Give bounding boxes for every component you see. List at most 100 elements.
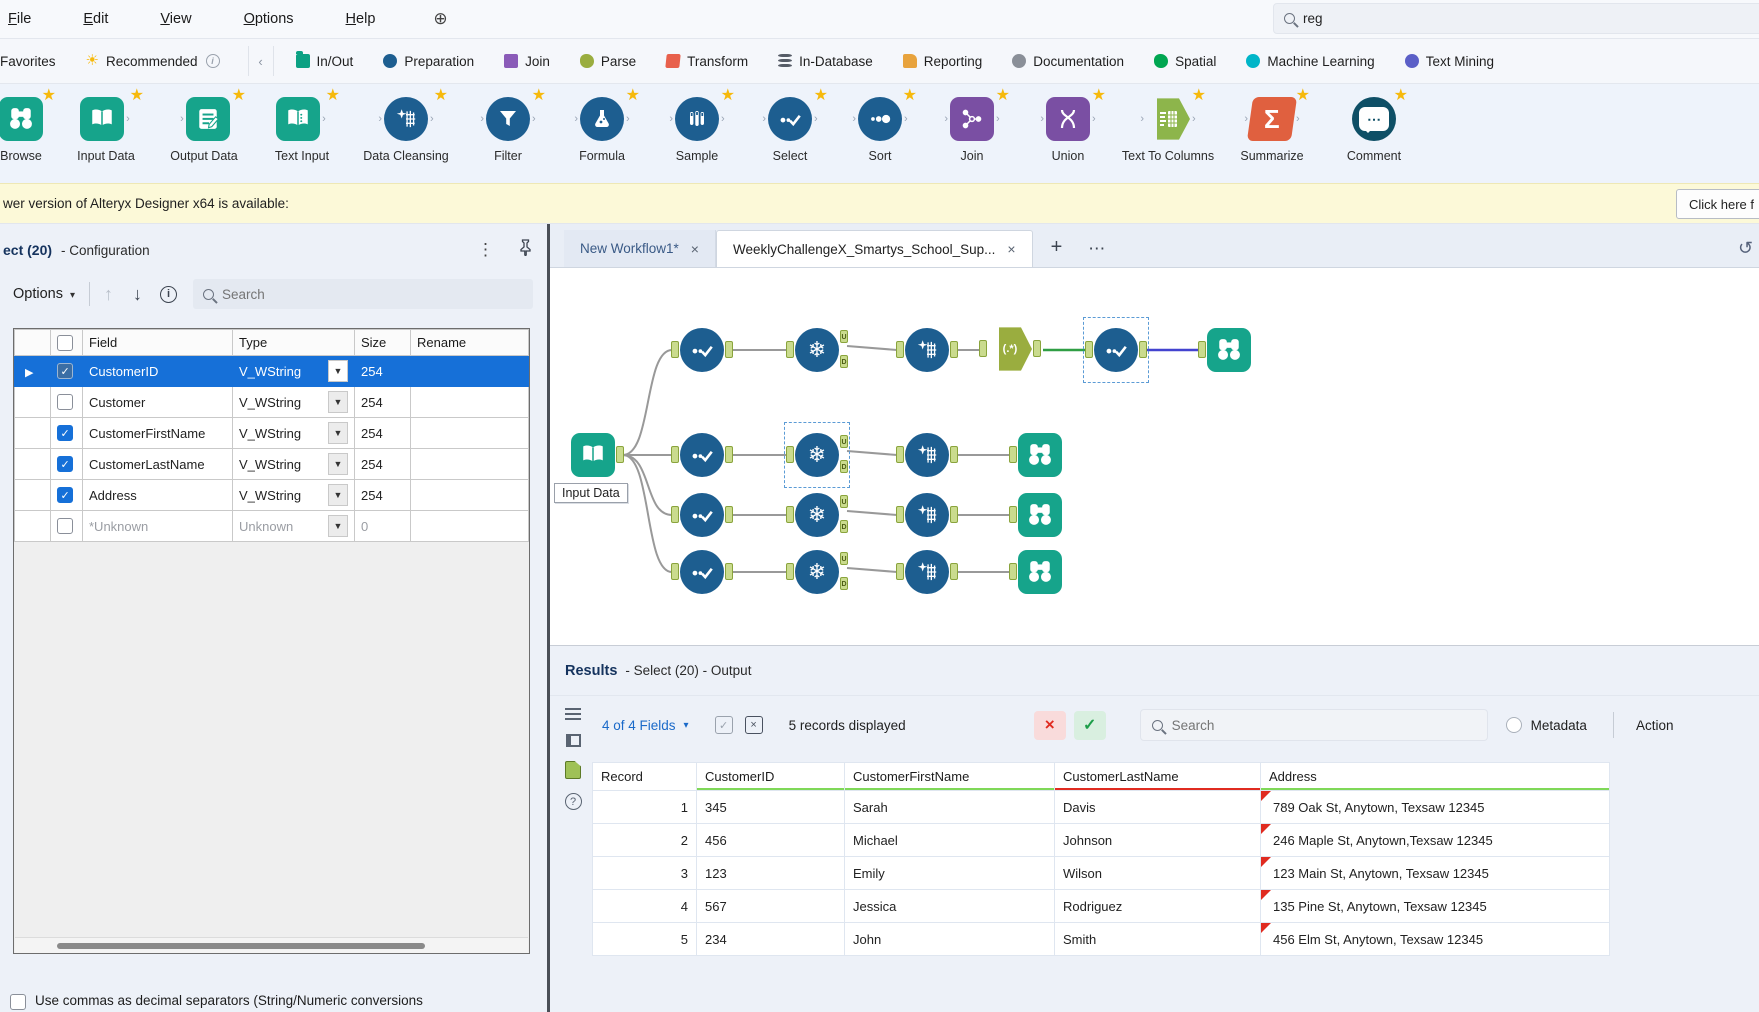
col-first-name[interactable]: CustomerFirstName (845, 763, 1055, 791)
category-spatial[interactable]: Spatial (1154, 54, 1216, 69)
move-down-button[interactable]: ↓ (133, 284, 142, 305)
type-dropdown[interactable]: ▼ (328, 422, 348, 444)
node-select[interactable] (680, 328, 724, 372)
horizontal-scrollbar[interactable] (15, 937, 528, 953)
col-field[interactable]: Field (83, 330, 233, 356)
menu-view[interactable]: View (160, 11, 191, 27)
node-unique-selected[interactable]: U D ❄ (795, 433, 839, 477)
tool-formula[interactable]: › › ★ Formula (554, 94, 650, 183)
favorite-star-icon[interactable]: ★ (532, 85, 546, 105)
favorite-star-icon[interactable]: ★ (434, 85, 448, 105)
favorite-star-icon[interactable]: ★ (326, 85, 340, 105)
table-row[interactable]: Address V_WString▼ 254 (15, 480, 529, 511)
node-select[interactable] (680, 433, 724, 477)
global-search[interactable] (1273, 3, 1759, 34)
tool-filter[interactable]: › › ★ Filter (462, 94, 554, 183)
click-here-button[interactable]: Click here f (1676, 189, 1759, 219)
favorite-star-icon[interactable]: ★ (626, 85, 640, 105)
category-join[interactable]: Join (504, 54, 550, 69)
tab-new-workflow1[interactable]: New Workflow1* × (564, 230, 716, 267)
config-search-input[interactable] (222, 287, 422, 302)
tool-output-data[interactable]: › ★ Output Data (154, 94, 254, 183)
tool-text-input[interactable]: › ★ Text Input (254, 94, 350, 183)
category-favorites[interactable]: Favorites (0, 54, 56, 69)
node-data-cleansing[interactable] (905, 328, 949, 372)
favorite-star-icon[interactable]: ★ (130, 85, 144, 105)
category-machine-learning[interactable]: Machine Learning (1246, 54, 1374, 69)
list-view-icon[interactable] (565, 708, 581, 720)
pin-icon[interactable] (518, 239, 533, 261)
node-data-cleansing[interactable] (905, 550, 949, 594)
info-icon[interactable]: i (160, 286, 177, 303)
kebab-menu-icon[interactable]: ⋮ (477, 240, 494, 260)
results-search-input[interactable] (1172, 718, 1432, 733)
table-row[interactable]: 5 234 John Smith 456 Elm St, Anytown, Te… (593, 923, 1610, 956)
node-regex[interactable]: (.*) (988, 327, 1032, 371)
table-row[interactable]: CustomerLastName V_WString▼ 254 (15, 449, 529, 480)
col-type[interactable]: Type (233, 330, 355, 356)
col-last-name[interactable]: CustomerLastName (1055, 763, 1261, 791)
row-checkbox[interactable] (57, 487, 73, 503)
cell-viewer-icon[interactable]: ✓ (715, 716, 733, 734)
tab-weekly-challenge[interactable]: WeeklyChallengeX_Smartys_School_Sup... × (716, 230, 1033, 267)
workflow-canvas[interactable]: Input Data U D ❄ (.*) (550, 268, 1759, 646)
favorite-star-icon[interactable]: ★ (1296, 85, 1310, 105)
node-unique[interactable]: U D ❄ (795, 550, 839, 594)
type-dropdown[interactable]: ▼ (328, 484, 348, 506)
node-select[interactable] (680, 493, 724, 537)
tool-text-to-columns[interactable]: › › ★ Text To Columns (1116, 94, 1220, 183)
select-all-checkbox[interactable] (51, 330, 83, 356)
node-select[interactable] (680, 550, 724, 594)
tool-input-data[interactable]: › ★ Input Data (58, 94, 154, 183)
favorite-star-icon[interactable]: ★ (232, 85, 246, 105)
category-preparation[interactable]: Preparation (383, 54, 474, 69)
type-dropdown[interactable]: ▼ (328, 391, 348, 413)
category-text-mining[interactable]: Text Mining (1405, 54, 1494, 69)
favorite-star-icon[interactable]: ★ (1092, 85, 1106, 105)
col-address[interactable]: Address (1261, 763, 1610, 791)
category-indatabase[interactable]: In-Database (778, 54, 873, 69)
global-search-input[interactable] (1303, 11, 1683, 26)
row-checkbox[interactable] (57, 425, 73, 441)
tool-comment[interactable]: ⋯ ★ Comment (1324, 94, 1424, 183)
clear-filter-button[interactable]: × (1034, 711, 1066, 740)
favorite-star-icon[interactable]: ★ (903, 85, 917, 105)
help-icon[interactable]: ? (565, 793, 582, 810)
node-data-cleansing[interactable] (905, 493, 949, 537)
node-browse[interactable] (1018, 433, 1062, 477)
type-dropdown[interactable]: ▼ (328, 453, 348, 475)
category-documentation[interactable]: Documentation (1012, 54, 1124, 69)
scroll-left-button[interactable]: ‹ (248, 46, 274, 76)
decimal-separator-checkbox[interactable] (10, 994, 26, 1010)
close-icon[interactable]: × (691, 241, 699, 257)
move-up-button[interactable]: ↑ (104, 284, 113, 305)
close-cell-viewer-icon[interactable]: × (745, 716, 763, 734)
chevron-down-icon[interactable]: ▾ (70, 290, 75, 301)
col-size[interactable]: Size (355, 330, 411, 356)
results-search[interactable] (1140, 709, 1488, 741)
col-record[interactable]: Record (593, 763, 697, 791)
category-recommended[interactable]: ☀ Recommended (86, 54, 198, 69)
favorite-star-icon[interactable]: ★ (814, 85, 828, 105)
config-search[interactable] (193, 279, 533, 309)
node-browse[interactable] (1018, 550, 1062, 594)
favorite-star-icon[interactable]: ★ (42, 85, 56, 105)
node-unique[interactable]: U D ❄ (795, 328, 839, 372)
menu-file[interactable]: File (8, 11, 31, 27)
table-row[interactable]: Customer V_WString▼ 254 (15, 387, 529, 418)
row-checkbox[interactable] (57, 456, 73, 472)
tool-union[interactable]: › › ★ Union (1020, 94, 1116, 183)
col-customer-id[interactable]: CustomerID (697, 763, 845, 791)
table-row[interactable]: ▶ CustomerID V_WString▼ 254 (15, 356, 529, 387)
more-tabs-button[interactable]: ⋯ (1088, 239, 1107, 259)
category-inout[interactable]: In/Out (296, 54, 354, 69)
node-unique[interactable]: U D ❄ (795, 493, 839, 537)
fields-dropdown[interactable]: 4 of 4 Fields ▾ (602, 718, 689, 733)
type-dropdown[interactable]: ▼ (328, 515, 348, 537)
table-row[interactable]: 4 567 Jessica Rodriguez 135 Pine St, Any… (593, 890, 1610, 923)
node-browse[interactable] (1018, 493, 1062, 537)
category-parse[interactable]: Parse (580, 54, 636, 69)
row-checkbox[interactable] (57, 394, 73, 410)
node-input-data[interactable] (571, 433, 615, 477)
col-rename[interactable]: Rename (411, 330, 529, 356)
